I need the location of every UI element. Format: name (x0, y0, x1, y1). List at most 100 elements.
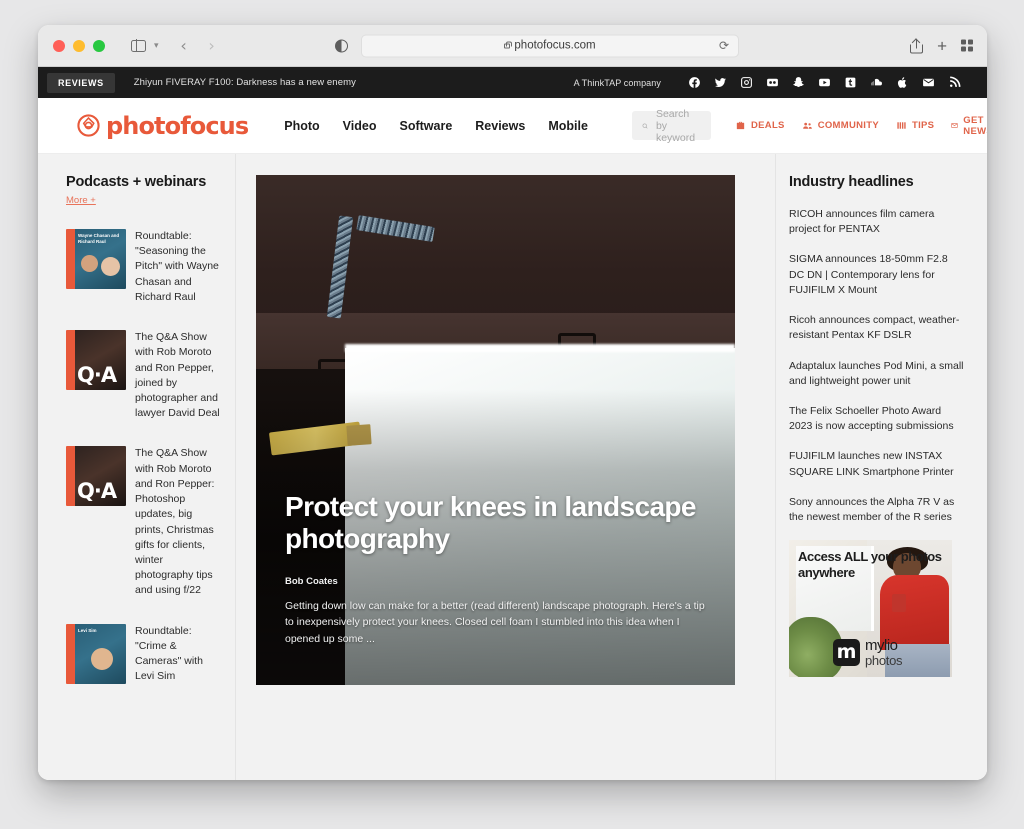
twitter-icon[interactable] (714, 76, 727, 89)
podcast-title[interactable]: Roundtable: "Seasoning the Pitch" with W… (135, 229, 221, 305)
site-logo[interactable]: photofocus (77, 111, 249, 140)
plus-icon[interactable]: + (937, 37, 947, 54)
headlines-section-title: Industry headlines (789, 174, 914, 190)
reader-mode-icon[interactable] (335, 39, 348, 52)
podcasts-section-title: Podcasts + webinars (66, 174, 207, 190)
search-placeholder: Search by keyword (655, 107, 696, 144)
featured-article-text: Protect your knees in landscape photogra… (285, 491, 708, 647)
chevron-down-icon[interactable]: ▾ (154, 40, 159, 51)
list-item[interactable]: Q·A The Q&A Show with Rob Moroto and Ron… (66, 330, 221, 421)
nav-links: Photo Video Software Reviews Mobile (284, 119, 588, 133)
window-controls[interactable] (53, 39, 105, 52)
podcast-badge: Q·A (77, 479, 117, 504)
nav-action-community-label: COMMUNITY (817, 120, 879, 131)
browser-window: ▾ ‹ › photofocus.com ⟳ + REVIEWS Zhiyun … (38, 25, 987, 780)
podcast-list: Wayne Chasan and Richard Raul Roundtable… (66, 229, 221, 684)
advertisement-banner[interactable]: Access ALL your photos anywhere mylio ph… (789, 540, 952, 678)
podcast-title[interactable]: Roundtable: "Crime & Cameras" with Levi … (135, 624, 221, 685)
nav-action-getnews[interactable]: GET NEWS (951, 115, 987, 137)
youtube-icon[interactable] (818, 76, 831, 89)
close-window-button[interactable] (53, 39, 65, 52)
share-icon[interactable] (910, 38, 924, 53)
envelope-icon (951, 123, 959, 128)
list-item[interactable]: Sony announces the Alpha 7R V as the new… (789, 495, 965, 525)
list-item[interactable]: SIGMA announces 18-50mm F2.8 DC DN | Con… (789, 252, 965, 298)
snapchat-icon[interactable] (792, 76, 805, 89)
podcast-title[interactable]: The Q&A Show with Rob Moroto and Ron Pep… (135, 330, 221, 421)
flickr-icon[interactable] (766, 76, 779, 89)
rss-icon[interactable] (948, 76, 961, 89)
nav-action-deals[interactable]: DEALS (735, 120, 785, 131)
sidebar-left: Podcasts + webinars More + Wayne Chasan … (38, 154, 236, 780)
lock-icon (504, 41, 513, 49)
tumblr-icon[interactable] (844, 76, 857, 89)
announcement-headline[interactable]: Zhiyun FIVERAY F100: Darkness has a new … (134, 77, 356, 88)
nav-action-getnews-label: GET NEWS (963, 114, 987, 137)
mylio-logo: mylio photos (833, 636, 903, 668)
nav-actions: DEALS COMMUNITY TIPS GET NEWS (735, 115, 987, 137)
apple-icon[interactable] (896, 76, 909, 89)
article-excerpt: Getting down low can make for a better (… (285, 600, 705, 645)
sidebar-toggle-icon[interactable] (125, 34, 151, 58)
company-tagline: A ThinkTAP company (573, 77, 661, 88)
list-item[interactable]: Q·A The Q&A Show with Rob Moroto and Ron… (66, 446, 221, 598)
forward-arrow-icon[interactable]: › (199, 34, 225, 58)
email-icon[interactable] (922, 76, 935, 89)
nav-action-deals-label: DEALS (751, 120, 785, 131)
content-columns: Podcasts + webinars More + Wayne Chasan … (38, 154, 987, 780)
nav-action-tips[interactable]: TIPS (896, 120, 934, 131)
podcasts-more-link[interactable]: More + (66, 195, 96, 206)
nav-link-photo[interactable]: Photo (284, 119, 319, 133)
address-bar[interactable]: photofocus.com ⟳ (361, 34, 739, 57)
browser-toolbar: ▾ ‹ › photofocus.com ⟳ + (38, 25, 987, 67)
list-item[interactable]: Ricoh announces compact, weather-resista… (789, 313, 965, 343)
list-item[interactable]: The Felix Schoeller Photo Award 2023 is … (789, 404, 965, 434)
featured-article-card[interactable]: Protect your knees in landscape photogra… (256, 175, 735, 685)
page-title[interactable]: Protect your knees in landscape photogra… (285, 491, 708, 557)
announcement-bar: REVIEWS Zhiyun FIVERAY F100: Darkness ha… (38, 67, 987, 98)
list-icon (897, 122, 906, 129)
ad-headline: Access ALL your photos anywhere (798, 549, 942, 581)
search-icon (642, 123, 648, 128)
nav-link-video[interactable]: Video (343, 119, 377, 133)
industry-headlines-list: RICOH announces film camera project for … (789, 207, 965, 525)
podcast-title[interactable]: The Q&A Show with Rob Moroto and Ron Pep… (135, 446, 221, 598)
reviews-badge[interactable]: REVIEWS (47, 72, 115, 93)
back-arrow-icon[interactable]: ‹ (171, 34, 197, 58)
nav-link-reviews[interactable]: Reviews (475, 119, 525, 133)
nav-link-mobile[interactable]: Mobile (548, 119, 588, 133)
list-item[interactable]: Levi Sim Roundtable: "Crime & Cameras" w… (66, 623, 221, 685)
soundcloud-icon[interactable] (870, 76, 883, 89)
briefcase-icon (736, 121, 745, 130)
people-icon (802, 122, 812, 129)
main-navigation: photofocus Photo Video Software Reviews … (38, 98, 987, 154)
podcast-badge: Q·A (77, 363, 117, 388)
nav-action-community[interactable]: COMMUNITY (802, 120, 879, 131)
list-item[interactable]: FUJIFILM launches new INSTAX SQUARE LINK… (789, 449, 965, 479)
podcast-thumbnail: Levi Sim (66, 623, 126, 684)
list-item[interactable]: RICOH announces film camera project for … (789, 207, 965, 237)
ad-brand-line1: mylio (865, 636, 898, 654)
podcast-thumbnail: Wayne Chasan and Richard Raul (66, 229, 126, 289)
sidebar-right: Industry headlines RICOH announces film … (775, 154, 987, 780)
podcast-thumbnail: Q·A (66, 446, 126, 507)
reload-icon[interactable]: ⟳ (719, 39, 729, 53)
podcast-thumbnail: Q·A (66, 330, 126, 391)
list-item[interactable]: Wayne Chasan and Richard Raul Roundtable… (66, 229, 221, 305)
web-page: REVIEWS Zhiyun FIVERAY F100: Darkness ha… (38, 67, 987, 780)
nav-link-software[interactable]: Software (399, 119, 452, 133)
site-logo-text: photofocus (106, 111, 249, 140)
social-links: A ThinkTAP company (574, 76, 961, 89)
maximize-window-button[interactable] (93, 39, 105, 52)
nav-action-tips-label: TIPS (911, 120, 935, 131)
ad-brand-line2: photos (865, 652, 903, 668)
main-content: Protect your knees in landscape photogra… (236, 154, 775, 780)
search-input[interactable]: Search by keyword (631, 108, 711, 144)
instagram-icon[interactable] (740, 76, 753, 89)
article-author[interactable]: Bob Coates (285, 576, 708, 587)
list-item[interactable]: Adaptalux launches Pod Mini, a small and… (789, 359, 965, 389)
tab-grid-icon[interactable] (961, 39, 973, 52)
aperture-icon (77, 114, 100, 137)
minimize-window-button[interactable] (73, 39, 85, 52)
facebook-icon[interactable] (688, 76, 701, 89)
